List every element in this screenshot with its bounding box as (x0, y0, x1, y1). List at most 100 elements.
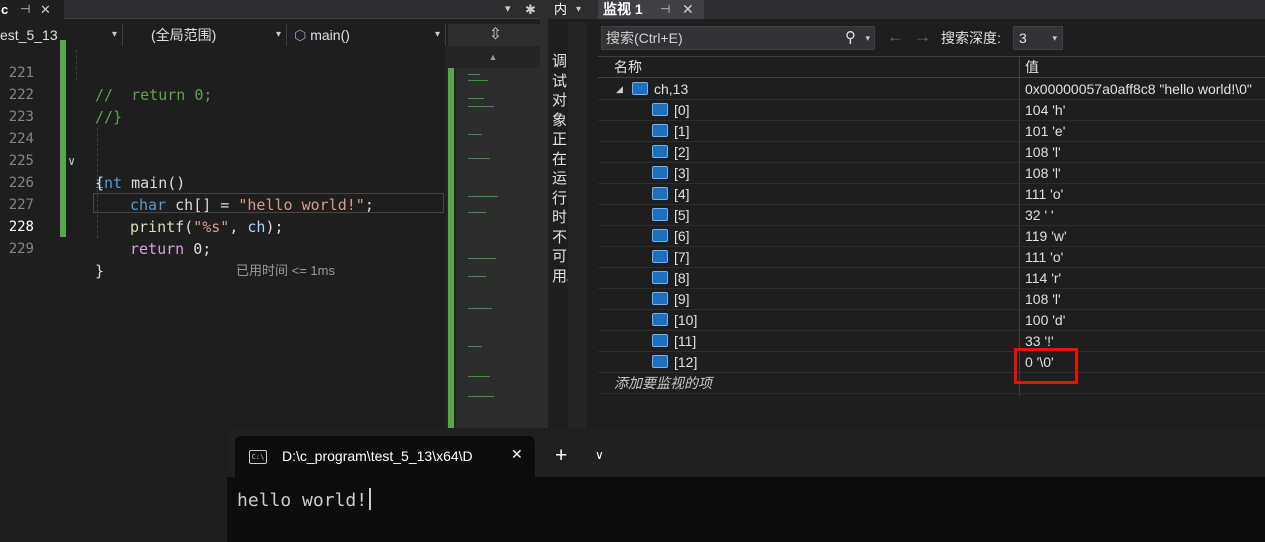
close-icon[interactable]: ✕ (40, 0, 51, 19)
close-icon[interactable]: ✕ (682, 0, 694, 19)
watch-header: 监视 1 ⊣ ✕ (598, 0, 1265, 19)
watch-row[interactable]: [1] 101 'e' (598, 121, 1265, 142)
pane-splitter[interactable] (540, 0, 548, 428)
watch-row[interactable]: [0] 104 'h' (598, 100, 1265, 121)
object-icon (652, 166, 668, 179)
arrow-left-icon[interactable]: ← (887, 26, 904, 48)
elapsed-time-hint: 已用时间 <= 1ms (236, 263, 335, 278)
object-icon (652, 334, 668, 347)
code-text: } (95, 262, 105, 280)
watch-item-value: 100 'd' (1025, 312, 1066, 328)
object-icon (652, 145, 668, 158)
terminal-window[interactable]: C:\ D:\c_program\test_5_13\x64\D ✕ + ∨ h… (227, 428, 1265, 542)
code-line: 226 char ch[] = "hello world!"; (0, 150, 446, 214)
watch-item-name: [1] (674, 123, 690, 139)
search-depth-select[interactable]: 3 ▾ (1013, 26, 1063, 50)
locals-panel-title: 内 (554, 2, 568, 17)
watch-item-value: 119 'w' (1025, 228, 1067, 244)
code-editor[interactable]: c ⊣ ✕ ▾ ✱ est_5_13 ▾ (全局范围) ▾ ⬡ main() ▾ … (0, 0, 543, 428)
split-icon[interactable]: ⇳ (448, 24, 543, 46)
locals-panel-header[interactable]: 内 ▾ (548, 0, 598, 19)
code-line: 227 printf("%s", ch); (0, 172, 446, 236)
terminal-titlebar: C:\ D:\c_program\test_5_13\x64\D ✕ + ∨ (227, 428, 1265, 477)
chevron-down-icon[interactable]: ∨ (595, 448, 604, 462)
search-icon[interactable]: ⚲ (845, 27, 856, 49)
code-line: 221 // return 0; (0, 40, 446, 104)
search-depth-value: 3 (1019, 30, 1027, 46)
watch-item-name: [9] (674, 291, 690, 307)
collapse-icon[interactable]: ◢ (616, 79, 623, 100)
unavailable-message: 调试对象正在运行时不可用。 (552, 53, 583, 285)
watch-item-name: [4] (674, 186, 690, 202)
code-line: 224 ∨ int main() (0, 106, 446, 192)
chevron-down-icon[interactable]: ▾ (576, 0, 581, 19)
line-number: 229 (8, 241, 34, 257)
code-line: 228 return 0; 已用时间 <= 1ms (0, 194, 446, 278)
watch-item-name: [0] (674, 102, 690, 118)
scrollbar[interactable] (568, 22, 586, 428)
terminal-tab-title: D:\c_program\test_5_13\x64\D (282, 448, 473, 464)
column-header-name[interactable]: 名称 (614, 57, 642, 78)
object-icon (652, 250, 668, 263)
terminal-tab[interactable]: C:\ D:\c_program\test_5_13\x64\D ✕ (235, 436, 535, 477)
watch-item-value: 32 ' ' (1025, 207, 1054, 223)
object-icon (652, 313, 668, 326)
code-text: 0; (184, 240, 212, 258)
watch-item-name: [11] (674, 333, 697, 349)
column-header-value[interactable]: 值 (1025, 57, 1039, 78)
code-area[interactable]: 221 // return 0; 222 //} 223 224 ∨ int m… (0, 40, 446, 428)
chevron-down-icon[interactable]: ▾ (865, 27, 870, 49)
watch-row[interactable]: [6] 119 'w' (598, 226, 1265, 247)
highlight-box (1014, 348, 1078, 384)
terminal-output[interactable]: hello world! (237, 488, 372, 511)
pin-icon[interactable]: ⊣ (20, 0, 30, 19)
search-placeholder: 搜索(Ctrl+E) (606, 30, 683, 46)
watch-item-value: 114 'r' (1025, 270, 1062, 286)
minimap[interactable]: ▲ (446, 46, 540, 428)
watch-item-value: 0x00000057a0aff8c8 "hello world!\0" (1025, 81, 1252, 97)
chevron-down-icon: ▾ (1052, 33, 1057, 43)
watch-grid[interactable]: 名称 值 ◢ ch,13 0x00000057a0aff8c8 "hello w… (598, 56, 1265, 396)
code-line: 222 //} (0, 62, 446, 126)
watch-item-name: [3] (674, 165, 690, 181)
watch-row[interactable]: [8] 114 'r' (598, 268, 1265, 289)
watch-item-value: 108 'l' (1025, 165, 1061, 181)
cmd-icon: C:\ (249, 450, 267, 464)
watch-toolbar: 搜索(Ctrl+E) ⚲ ▾ ← → 搜索深度: 3 ▾ (598, 24, 1265, 52)
watch-row[interactable]: [12] 0 '\0' (598, 352, 1265, 373)
watch-row[interactable]: [4] 111 'o' (598, 184, 1265, 205)
new-tab-button[interactable]: + (555, 444, 567, 468)
watch-row[interactable]: [10] 100 'd' (598, 310, 1265, 331)
tab-dropdown-icon[interactable]: ▾ (505, 0, 511, 19)
watch-item-value: 108 'l' (1025, 144, 1061, 160)
search-input[interactable]: 搜索(Ctrl+E) ⚲ ▾ (601, 26, 875, 50)
code-keyword: return (130, 240, 185, 258)
editor-tab[interactable]: c ⊣ ✕ (0, 0, 64, 19)
watch-row[interactable]: [9] 108 'l' (598, 289, 1265, 310)
add-watch-row[interactable]: 添加要监视的项 (598, 373, 1265, 394)
close-icon[interactable]: ✕ (511, 446, 523, 463)
watch-window: 监视 1 ⊣ ✕ 搜索(Ctrl+E) ⚲ ▾ ← → 搜索深度: 3 ▾ 名称… (598, 0, 1265, 428)
watch-title: 监视 1 (603, 1, 643, 17)
gear-icon[interactable]: ✱ (525, 0, 536, 19)
terminal-output-text: hello world! (237, 490, 368, 511)
watch-row[interactable]: [7] 111 'o' (598, 247, 1265, 268)
watch-row-root[interactable]: ◢ ch,13 0x00000057a0aff8c8 "hello world!… (598, 79, 1265, 100)
add-watch-placeholder: 添加要监视的项 (614, 375, 712, 391)
watch-row[interactable]: [2] 108 'l' (598, 142, 1265, 163)
minimap-view[interactable] (456, 68, 540, 428)
watch-row[interactable]: [11] 33 '!' (598, 331, 1265, 352)
object-icon (652, 208, 668, 221)
watch-item-name: [5] (674, 207, 690, 223)
watch-item-name: [2] (674, 144, 690, 160)
search-depth-label: 搜索深度: (941, 30, 1001, 46)
scroll-up-icon[interactable]: ▲ (446, 46, 540, 68)
minimap-change-bar (448, 68, 454, 428)
watch-row[interactable]: [3] 108 'l' (598, 163, 1265, 184)
watch-item-name: [7] (674, 249, 690, 265)
watch-item-name: [12] (674, 354, 698, 370)
pin-icon[interactable]: ⊣ (660, 0, 670, 19)
arrow-right-icon[interactable]: → (914, 26, 931, 48)
watch-tab[interactable]: 监视 1 ⊣ ✕ (598, 0, 704, 19)
watch-row[interactable]: [5] 32 ' ' (598, 205, 1265, 226)
